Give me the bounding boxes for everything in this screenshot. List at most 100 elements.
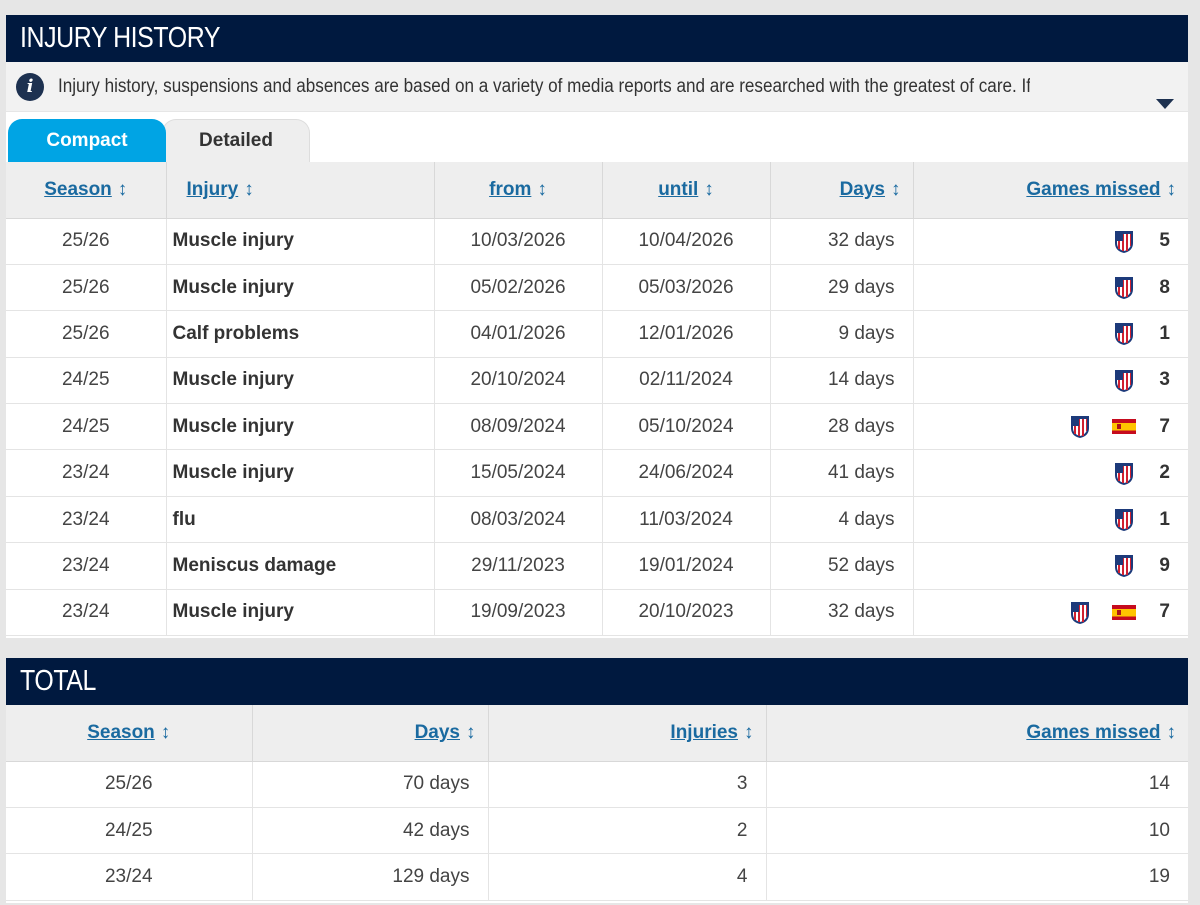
table-row: 24/25 42 days 2 10 [6, 807, 1188, 855]
games-missed-count: 7 [1159, 601, 1170, 623]
total-sort-days-header[interactable]: Days ↕ [252, 705, 489, 762]
sort-arrow-icon: ↕ [537, 178, 547, 200]
spain-flag-icon[interactable] [1112, 419, 1136, 435]
season-cell: 25/26 [6, 310, 167, 358]
until-cell: 05/10/2024 [602, 403, 771, 451]
until-cell: 12/01/2026 [602, 310, 771, 358]
total-sort-injuries-link[interactable]: Injuries [670, 722, 738, 743]
tab-detailed[interactable]: Detailed [162, 119, 310, 162]
from-cell: 29/11/2023 [434, 542, 603, 590]
atletico-crest-icon[interactable] [1114, 507, 1134, 532]
injury-cell: Muscle injury [166, 218, 435, 265]
total-season-cell: 23/24 [6, 853, 253, 901]
from-cell: 08/03/2024 [434, 496, 603, 544]
atletico-crest-icon[interactable] [1114, 461, 1134, 486]
total-injuries-cell: 4 [488, 853, 767, 901]
days-cell: 52 days [770, 542, 914, 590]
injury-history-header-row: Season ↕ Injury ↕ from ↕ until ↕ Days ↕ Games… [6, 162, 1188, 219]
games-missed-cell: 8 [913, 264, 1188, 312]
sort-from-header[interactable]: from ↕ [434, 162, 603, 219]
total-days-cell: 70 days [252, 761, 489, 808]
games-missed-cell: 7 [913, 589, 1188, 637]
total-sort-games-missed-link[interactable]: Games missed [1026, 722, 1160, 743]
table-row: 24/25 Muscle injury 20/10/2024 02/11/2024 14… [6, 357, 1188, 405]
sort-arrow-icon: ↕ [117, 178, 128, 200]
table-row: 25/26 Calf problems 04/01/2026 12/01/2026 9 … [6, 310, 1188, 358]
total-sort-season-link[interactable]: Season [87, 722, 155, 743]
atletico-crest-icon[interactable] [1114, 553, 1134, 578]
tab-compact[interactable]: Compact [8, 119, 166, 162]
total-games-missed-cell: 19 [766, 853, 1188, 901]
until-cell: 02/11/2024 [602, 357, 771, 405]
injury-cell: Muscle injury [166, 449, 435, 497]
days-cell: 32 days [770, 218, 914, 265]
sort-season-header[interactable]: Season ↕ [6, 162, 167, 219]
games-missed-cell: 9 [913, 542, 1188, 590]
injury-cell: Calf problems [166, 310, 435, 358]
sort-arrow-icon: ↕ [744, 721, 754, 743]
days-cell: 41 days [770, 449, 914, 497]
games-missed-count: 2 [1159, 462, 1170, 484]
sort-days-link[interactable]: Days [840, 179, 885, 200]
expand-info-icon[interactable] [1156, 99, 1174, 109]
total-season-cell: 24/25 [6, 807, 253, 855]
injury-history-table: Season ↕ Injury ↕ from ↕ until ↕ Days ↕ Games… [6, 162, 1188, 637]
injury-cell: Muscle injury [166, 357, 435, 405]
atletico-crest-icon[interactable] [1070, 600, 1090, 625]
days-cell: 4 days [770, 496, 914, 544]
sort-games-missed-header[interactable]: Games missed ↕ [913, 162, 1188, 219]
total-header-row: Season ↕ Days ↕ Injuries ↕ Games missed ↕ [6, 705, 1188, 762]
sort-days-header[interactable]: Days ↕ [770, 162, 914, 219]
atletico-crest-icon[interactable] [1114, 368, 1134, 393]
days-cell: 32 days [770, 589, 914, 637]
games-missed-cell: 2 [913, 449, 1188, 497]
sort-arrow-icon: ↕ [466, 721, 476, 743]
sort-until-link[interactable]: until [658, 179, 698, 200]
injury-cell: Muscle injury [166, 403, 435, 451]
until-cell: 05/03/2026 [602, 264, 771, 312]
until-cell: 10/04/2026 [602, 218, 771, 265]
atletico-crest-icon[interactable] [1114, 275, 1134, 300]
from-cell: 05/02/2026 [434, 264, 603, 312]
sort-injury-link[interactable]: Injury [187, 179, 239, 200]
sort-injury-header[interactable]: Injury ↕ [166, 162, 435, 219]
table-row: 23/24 129 days 4 19 [6, 853, 1188, 901]
total-sort-season-header[interactable]: Season ↕ [6, 705, 253, 762]
season-cell: 23/24 [6, 449, 167, 497]
sort-arrow-icon: ↕ [1166, 178, 1177, 200]
atletico-crest-icon[interactable] [1114, 321, 1134, 346]
games-missed-count: 1 [1159, 508, 1170, 530]
total-sort-days-link[interactable]: Days [415, 722, 460, 743]
total-title: TOTAL [20, 665, 96, 697]
from-cell: 08/09/2024 [434, 403, 603, 451]
total-injuries-cell: 2 [488, 807, 767, 855]
sort-arrow-icon: ↕ [160, 721, 171, 743]
atletico-crest-icon[interactable] [1114, 229, 1134, 254]
season-cell: 25/26 [6, 264, 167, 312]
sort-from-link[interactable]: from [489, 179, 531, 200]
games-missed-cell: 3 [913, 357, 1188, 405]
sort-until-header[interactable]: until ↕ [602, 162, 771, 219]
from-cell: 10/03/2026 [434, 218, 603, 265]
games-missed-count: 8 [1159, 276, 1170, 298]
table-row: 23/24 Meniscus damage 29/11/2023 19/01/2024… [6, 542, 1188, 590]
table-row: 23/24 Muscle injury 15/05/2024 24/06/2024 41… [6, 449, 1188, 497]
total-sort-injuries-header[interactable]: Injuries ↕ [488, 705, 767, 762]
days-cell: 29 days [770, 264, 914, 312]
from-cell: 04/01/2026 [434, 310, 603, 358]
injury-cell: flu [166, 496, 435, 544]
season-cell: 23/24 [6, 589, 167, 637]
table-row: 25/26 Muscle injury 10/03/2026 10/04/2026 32… [6, 218, 1188, 265]
sort-arrow-icon: ↕ [891, 178, 901, 200]
days-cell: 28 days [770, 403, 914, 451]
sort-games-missed-link[interactable]: Games missed [1026, 179, 1160, 200]
atletico-crest-icon[interactable] [1070, 414, 1090, 439]
games-missed-count: 7 [1159, 415, 1170, 437]
sort-season-link[interactable]: Season [44, 179, 112, 200]
injury-cell: Muscle injury [166, 589, 435, 637]
games-missed-cell: 5 [913, 218, 1188, 265]
injury-cell: Muscle injury [166, 264, 435, 312]
spain-flag-icon[interactable] [1112, 604, 1136, 620]
season-cell: 23/24 [6, 496, 167, 544]
total-sort-games-missed-header[interactable]: Games missed ↕ [766, 705, 1188, 762]
